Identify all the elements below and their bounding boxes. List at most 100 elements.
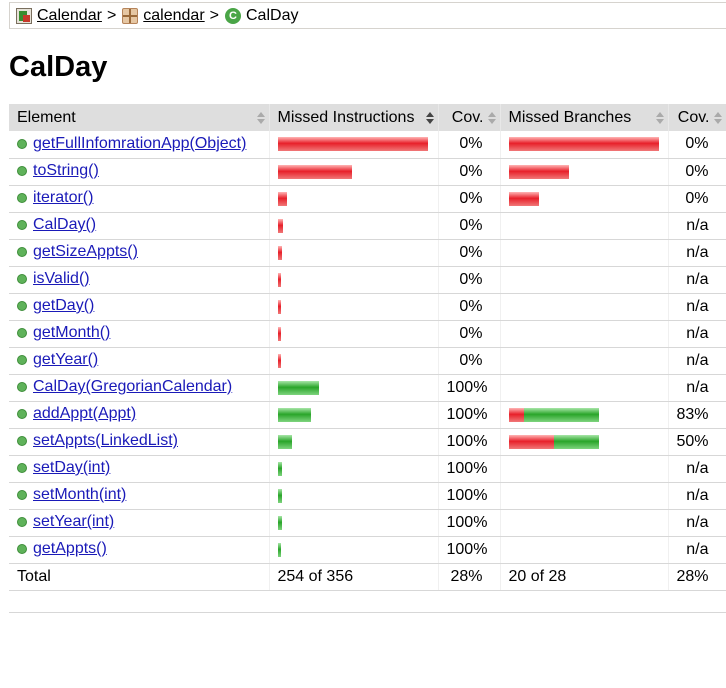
method-link[interactable]: CalDay(GregorianCalendar) [33, 378, 232, 396]
instructions-coverage-cell: 0% [438, 320, 501, 348]
header-cov-label: Cov. [451, 108, 484, 126]
instructions-covered-segment [277, 488, 282, 503]
breadcrumb-item-report[interactable]: Calendar [16, 7, 102, 25]
table-row: setAppts(LinkedList) 100% 50% [9, 428, 726, 456]
method-link[interactable]: addAppt(Appt) [33, 405, 136, 423]
instructions-coverage-cell: 100% [438, 401, 501, 429]
instructions-covered-segment [277, 542, 281, 557]
breadcrumb: Calendar > calendar > C CalDay [9, 2, 726, 29]
branches-missed-segment [508, 191, 539, 206]
method-link[interactable]: getMonth() [33, 324, 110, 342]
branches-coverage-cell: 50% [668, 428, 726, 456]
instructions-bar [277, 434, 438, 449]
method-link[interactable]: getSizeAppts() [33, 243, 138, 261]
sort-icon [655, 112, 664, 124]
instructions-bar [277, 515, 438, 530]
page-title: CalDay [9, 51, 108, 83]
branches-bar [508, 407, 668, 422]
branches-bar [508, 137, 668, 152]
element-cell: toString() [9, 158, 270, 186]
instructions-covered-segment [277, 380, 319, 395]
header-missed-branches[interactable]: Missed Branches [500, 104, 669, 131]
total-label: Total [9, 563, 270, 591]
header-instructions-coverage[interactable]: Cov. [438, 104, 501, 131]
method-icon [17, 355, 27, 365]
sort-icon [256, 112, 265, 124]
method-link[interactable]: isValid() [33, 270, 90, 288]
header-element[interactable]: Element [9, 104, 270, 131]
method-link[interactable]: iterator() [33, 189, 93, 207]
missed-branches-cell [500, 212, 669, 240]
breadcrumb-link-calendar-package[interactable]: calendar [143, 7, 204, 25]
instructions-bar [277, 245, 438, 260]
coverage-table: Element Missed Instructions Cov. Missed … [9, 104, 726, 591]
branches-coverage-cell: 0% [668, 158, 726, 186]
method-link[interactable]: getFullInfomrationApp(Object) [33, 135, 246, 153]
missed-instructions-cell [269, 293, 439, 321]
missed-branches-cell [500, 509, 669, 537]
missed-instructions-cell [269, 509, 439, 537]
branches-missed-segment [508, 434, 554, 449]
table-row: setYear(int) 100% n/a [9, 509, 726, 537]
instructions-bar [277, 137, 438, 152]
element-cell: getFullInfomrationApp(Object) [9, 131, 270, 159]
method-link[interactable]: getYear() [33, 351, 98, 369]
header-missed-instructions[interactable]: Missed Instructions [269, 104, 439, 131]
method-link[interactable]: getDay() [33, 297, 94, 315]
instructions-coverage-cell: 100% [438, 482, 501, 510]
element-cell: isValid() [9, 266, 270, 294]
header-branches-coverage[interactable]: Cov. [668, 104, 726, 131]
instructions-coverage-cell: 0% [438, 158, 501, 186]
total-instructions: 254 of 356 [269, 563, 439, 591]
method-link[interactable]: setYear(int) [33, 513, 114, 531]
method-icon [17, 409, 27, 419]
instructions-coverage-cell: 0% [438, 347, 501, 375]
element-cell: setAppts(LinkedList) [9, 428, 270, 456]
header-element-label: Element [17, 108, 76, 126]
branches-coverage-cell: n/a [668, 536, 726, 564]
missed-instructions-cell [269, 212, 439, 240]
element-cell: setYear(int) [9, 509, 270, 537]
total-instructions-coverage: 28% [438, 563, 501, 591]
header-missed-instructions-label: Missed Instructions [277, 108, 415, 126]
branches-coverage-cell: n/a [668, 455, 726, 483]
instructions-missed-segment [277, 326, 281, 341]
breadcrumb-current: CalDay [246, 6, 299, 24]
element-cell: getMonth() [9, 320, 270, 348]
header-cov-label: Cov. [677, 108, 710, 126]
missed-instructions-cell [269, 239, 439, 267]
report-icon [16, 7, 32, 24]
breadcrumb-item-class: C CalDay [225, 7, 298, 25]
branches-covered-segment [523, 407, 599, 422]
element-cell: getAppts() [9, 536, 270, 564]
table-row: CalDay(GregorianCalendar) 100% n/a [9, 374, 726, 402]
table-header-row: Element Missed Instructions Cov. Missed … [9, 104, 726, 131]
method-icon [17, 517, 27, 527]
missed-branches-cell [500, 455, 669, 483]
table-row: toString() 0% 0% [9, 158, 726, 186]
method-link[interactable]: getAppts() [33, 540, 107, 558]
method-link[interactable]: setAppts(LinkedList) [33, 432, 178, 450]
missed-branches-cell [500, 428, 669, 456]
method-link[interactable]: setMonth(int) [33, 486, 126, 504]
missed-instructions-cell [269, 536, 439, 564]
branches-coverage-cell: n/a [668, 293, 726, 321]
instructions-coverage-cell: 100% [438, 536, 501, 564]
instructions-bar [277, 488, 438, 503]
method-link[interactable]: setDay(int) [33, 459, 110, 477]
missed-branches-cell [500, 239, 669, 267]
element-cell: CalDay() [9, 212, 270, 240]
missed-branches-cell [500, 158, 669, 186]
instructions-bar [277, 407, 438, 422]
breadcrumb-link-calendar-report[interactable]: Calendar [37, 7, 102, 25]
missed-instructions-cell [269, 428, 439, 456]
instructions-missed-segment [277, 353, 281, 368]
branches-coverage-cell: n/a [668, 212, 726, 240]
method-link[interactable]: CalDay() [33, 216, 96, 234]
missed-branches-cell [500, 374, 669, 402]
branches-bar [509, 516, 668, 530]
table-row: getMonth() 0% n/a [9, 320, 726, 348]
method-link[interactable]: toString() [33, 162, 99, 180]
breadcrumb-item-package[interactable]: calendar [122, 7, 205, 25]
instructions-covered-segment [277, 434, 292, 449]
